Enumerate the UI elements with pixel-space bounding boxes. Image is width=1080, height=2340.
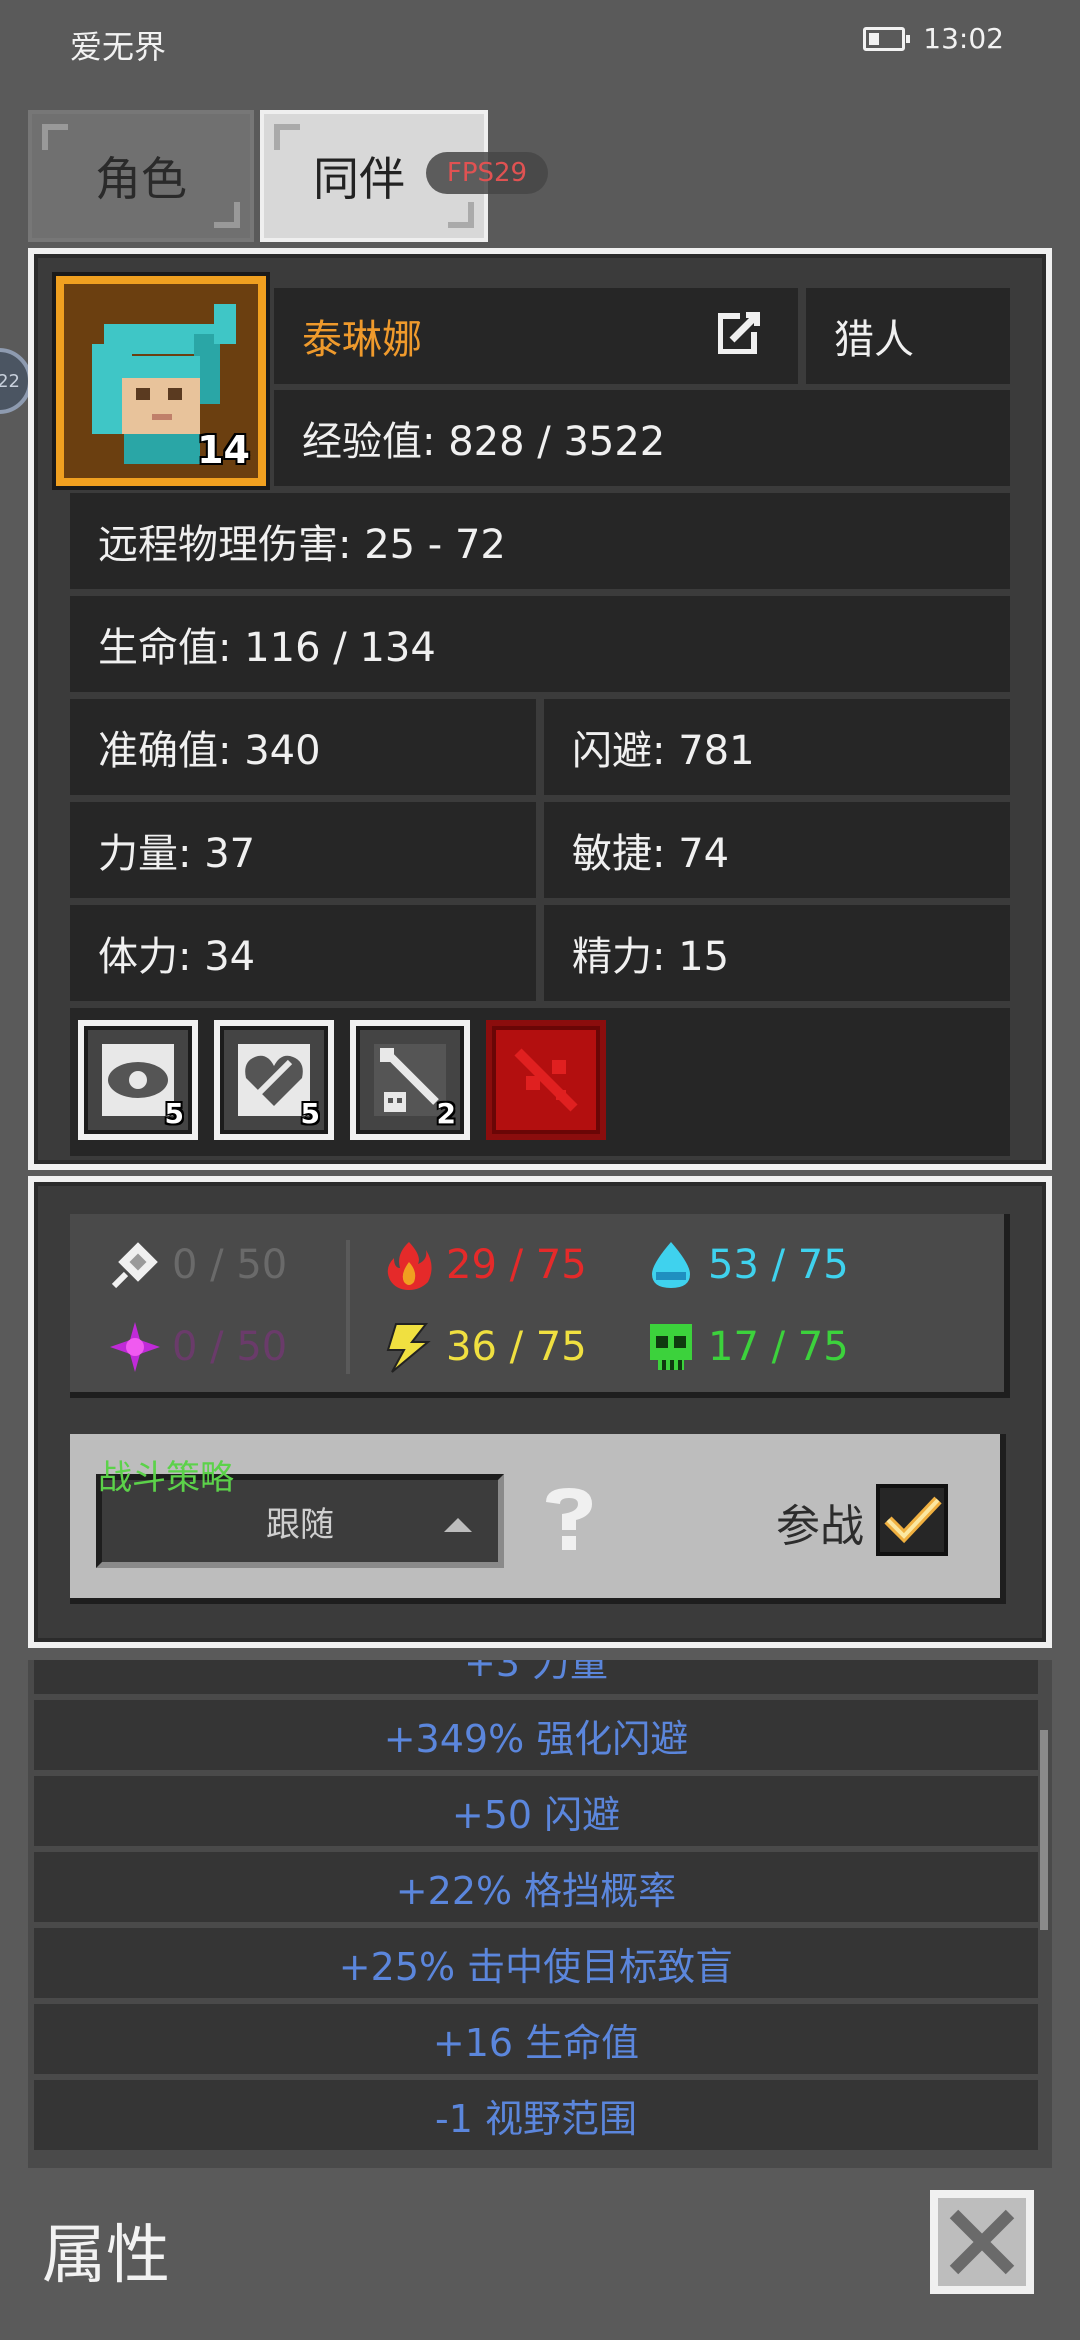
tab-partner-label: 同伴 — [313, 152, 405, 206]
energy-text: 精力: 15 — [572, 934, 730, 980]
list-item: +22% 格挡概率 — [34, 1852, 1038, 1922]
clock: 13:02 — [923, 22, 1004, 55]
lightning-resistance-value: 36 / 75 — [446, 1324, 587, 1370]
fire-resistance: 29 / 75 — [382, 1238, 587, 1292]
scrollbar[interactable] — [1040, 1730, 1048, 1930]
list-item: +3 力量 — [34, 1660, 1038, 1694]
tab-role-label: 角色 — [95, 152, 187, 206]
battery-icon — [863, 26, 911, 51]
stamina-cell: 体力: 34 — [70, 905, 536, 1001]
water-icon — [652, 1242, 690, 1288]
accuracy-cell: 准确值: 340 — [70, 699, 536, 795]
skill-count: 2 — [436, 1097, 456, 1130]
skill-count: 5 — [300, 1097, 320, 1130]
fire-icon — [387, 1242, 432, 1290]
skill-slot-3[interactable]: 2 — [350, 1020, 470, 1140]
physical-resistance-value: 0 / 50 — [172, 1242, 288, 1288]
poison-resistance-value: 17 / 75 — [708, 1324, 849, 1370]
skill-bar: 5 5 2 — [70, 1008, 1010, 1156]
status-bar: 爱无界 13:02 — [0, 0, 1080, 90]
list-item: +50 闪避 — [34, 1776, 1038, 1846]
close-icon — [949, 2209, 1015, 2275]
damage-text: 远程物理伤害: 25 - 72 — [98, 522, 506, 568]
hp-text: 生命值: 116 / 134 — [98, 625, 436, 671]
agility-text: 敏捷: 74 — [572, 831, 730, 877]
dodge-cell: 闪避: 781 — [544, 699, 1010, 795]
list-item: +16 生命值 — [34, 2004, 1038, 2074]
strength-text: 力量: 37 — [98, 831, 256, 877]
floating-bubble-text: 22 — [0, 370, 20, 392]
lightning-resistance: 36 / 75 — [382, 1320, 587, 1374]
stamina-text: 体力: 34 — [98, 934, 256, 980]
physical-icon — [111, 1242, 158, 1289]
skill-slot-1[interactable]: 5 — [78, 1020, 198, 1140]
class-cell: 猎人 — [806, 288, 1010, 384]
physical-resistance: 0 / 50 — [108, 1238, 287, 1292]
tactic-label: 战斗策略 — [98, 1458, 234, 1498]
join-battle-checkbox[interactable] — [876, 1484, 948, 1556]
exp-cell: 经验值: 828 / 3522 — [274, 390, 1010, 486]
lightning-icon — [386, 1323, 431, 1373]
water-resistance-value: 53 / 75 — [708, 1242, 849, 1288]
fps-badge: FPS29 — [426, 152, 548, 194]
name-cell: 泰琳娜 — [274, 288, 798, 384]
footer-title: 属性 — [42, 2219, 170, 2293]
dodge-text: 闪避: 781 — [572, 728, 755, 774]
checkmark-icon — [884, 1496, 942, 1544]
list-item: -1 视野范围 — [34, 2080, 1038, 2150]
poison-icon — [650, 1324, 692, 1370]
damage-cell: 远程物理伤害: 25 - 72 — [70, 493, 1010, 589]
accuracy-text: 准确值: 340 — [98, 728, 321, 774]
strength-cell: 力量: 37 — [70, 802, 536, 898]
bonus-list[interactable]: +3 力量 +349% 强化闪避 +50 闪避 +22% 格挡概率 +25% 击… — [28, 1660, 1052, 2168]
experience-text: 经验值: 828 / 3522 — [302, 419, 666, 465]
poison-resistance: 17 / 75 — [644, 1320, 849, 1374]
app-name: 爱无界 — [70, 28, 167, 66]
hp-cell: 生命值: 116 / 134 — [70, 596, 1010, 692]
locked-red-skill-icon — [514, 1048, 578, 1112]
arcane-resistance: 0 / 50 — [108, 1320, 287, 1374]
water-resistance: 53 / 75 — [644, 1238, 849, 1292]
tab-role[interactable]: 角色 — [28, 110, 254, 242]
list-item: +349% 强化闪避 — [34, 1700, 1038, 1770]
fire-resistance-value: 29 / 75 — [446, 1242, 587, 1288]
rename-icon[interactable] — [718, 310, 762, 354]
skill-slot-2[interactable]: 5 — [214, 1020, 334, 1140]
energy-cell: 精力: 15 — [544, 905, 1010, 1001]
tactics-box: 跟随 战斗策略 参战 — [70, 1434, 1006, 1604]
skill-count: 5 — [164, 1097, 184, 1130]
join-battle-label: 参战 — [776, 1501, 864, 1552]
character-level: 14 — [197, 428, 250, 472]
list-item: +25% 击中使目标致盲 — [34, 1928, 1038, 1998]
arcane-icon — [110, 1322, 160, 1372]
caret-up-icon — [444, 1518, 472, 1532]
arcane-resistance-value: 0 / 50 — [172, 1324, 288, 1370]
character-portrait[interactable]: 14 — [56, 276, 266, 486]
character-name: 泰琳娜 — [302, 317, 422, 363]
close-button[interactable] — [930, 2190, 1034, 2294]
agility-cell: 敏捷: 74 — [544, 802, 1010, 898]
status-right: 13:02 — [863, 22, 1004, 55]
character-class: 猎人 — [834, 317, 914, 363]
tactic-selected-value: 跟随 — [266, 1504, 334, 1545]
skill-slot-4[interactable] — [486, 1020, 606, 1140]
help-icon[interactable] — [536, 1484, 602, 1554]
resistance-box: 0 / 50 29 / 75 53 / 75 0 / 50 36 / 75 17… — [70, 1214, 1010, 1398]
